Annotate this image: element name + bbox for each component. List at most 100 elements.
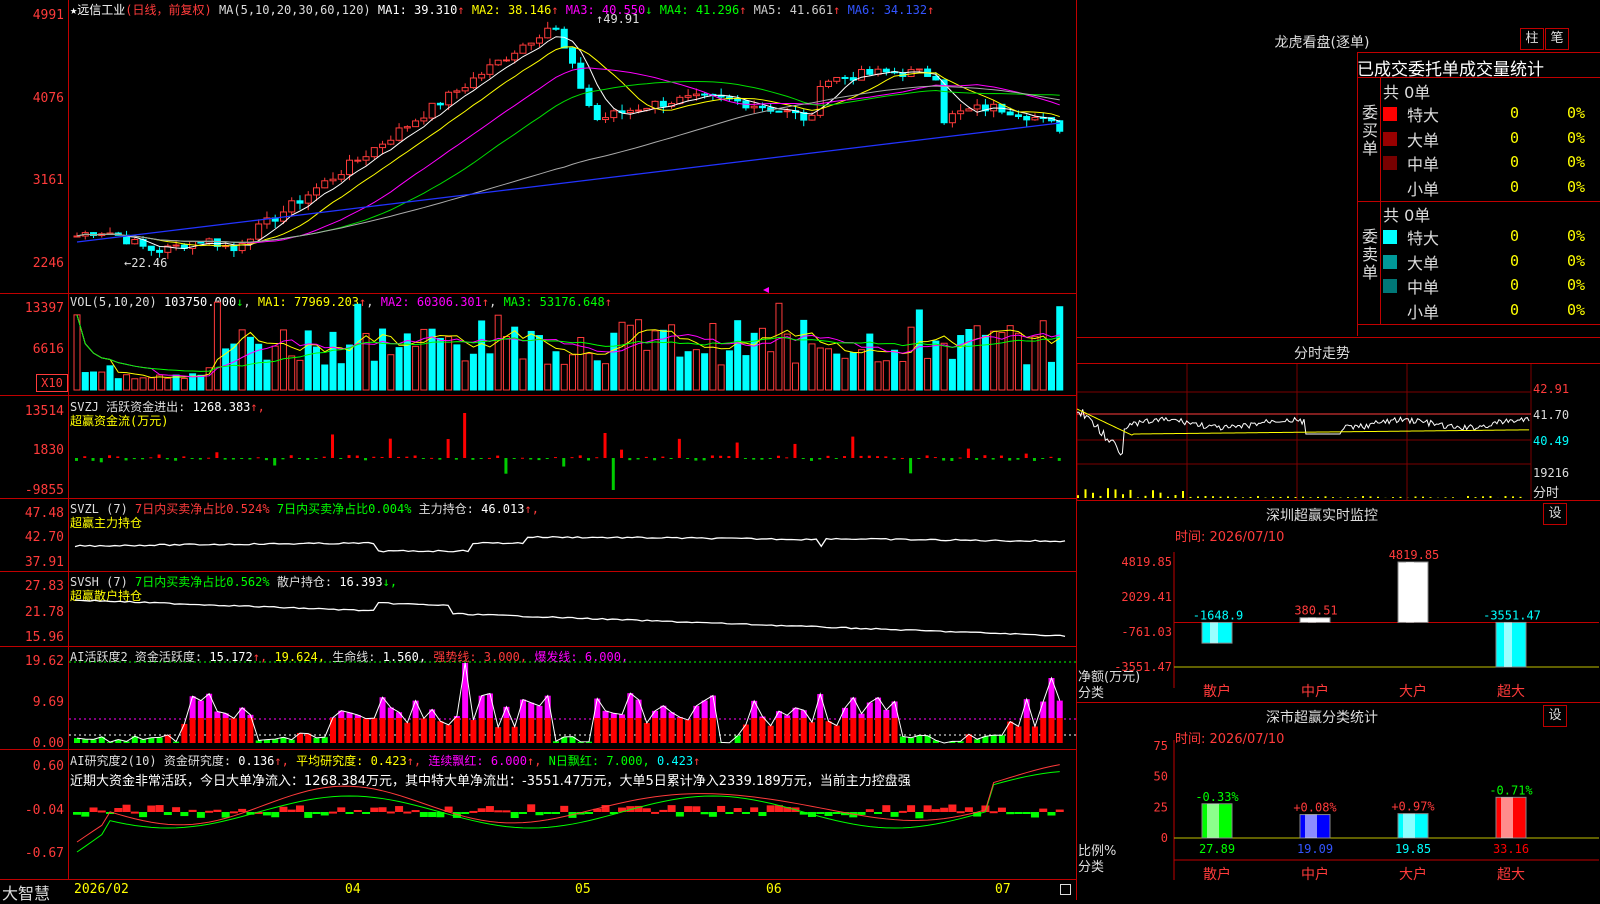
candle — [974, 105, 980, 109]
flow-bar — [240, 458, 243, 459]
candle — [759, 106, 765, 107]
activity-chart[interactable] — [69, 647, 1076, 749]
flow-bar — [694, 458, 697, 461]
activity-bar — [437, 721, 443, 743]
activity-bar — [214, 718, 220, 743]
candle — [148, 246, 154, 250]
cat-y-tick: 75 — [1154, 740, 1168, 753]
activity-bar — [792, 718, 798, 743]
sz-category-label: 散户 — [1203, 683, 1231, 700]
flow-bar — [75, 458, 78, 461]
flow-bar — [224, 458, 227, 460]
flow-bar — [422, 458, 425, 459]
date-axis[interactable]: 大智慧 2026/02 04 05 06 07 — [0, 880, 1076, 900]
intraday-volume-bar — [1227, 496, 1229, 498]
sz-settings-button[interactable]: 设 — [1543, 503, 1567, 525]
lock-icon[interactable] — [1060, 884, 1071, 895]
activity-bar — [710, 718, 716, 743]
flow-bar — [1049, 457, 1052, 458]
activity-bar — [429, 718, 435, 743]
tick-view-button[interactable]: 笔 — [1545, 28, 1569, 50]
activity-bar — [181, 724, 187, 743]
candle — [322, 181, 328, 188]
research-bar — [758, 812, 766, 816]
candle — [503, 60, 509, 61]
activity-bar — [850, 718, 856, 743]
research-bar — [767, 805, 775, 812]
candle — [1015, 115, 1021, 117]
cat-change-label: +0.97% — [1391, 800, 1435, 814]
volume-bar — [925, 358, 931, 390]
retail-position-line — [75, 600, 1065, 636]
order-pct: 0% — [1567, 178, 1585, 196]
candle — [446, 92, 452, 105]
order-count: 0 — [1510, 276, 1519, 294]
volume-bar — [1015, 333, 1021, 390]
main-position-chart[interactable] — [69, 499, 1076, 571]
candle — [627, 110, 633, 112]
research-bar — [717, 806, 725, 812]
svzl-tick: 47.48 — [0, 506, 64, 521]
flow-bar — [207, 458, 210, 459]
candlestick-chart[interactable] — [69, 0, 1076, 293]
research-bar — [123, 805, 131, 812]
research-bar — [346, 812, 354, 814]
flow-bar — [504, 458, 507, 474]
activity-bar — [702, 718, 708, 743]
cat-category-label: 超大 — [1497, 867, 1525, 883]
date-tick: 2026/02 — [74, 882, 129, 897]
flow-bar — [339, 458, 342, 459]
candle — [479, 74, 485, 78]
activity-bar — [735, 736, 741, 743]
research-bar — [659, 810, 667, 812]
category-ratio-bar-chart[interactable]: 7550250-0.33%27.89散户+0.08%19.09中户+0.97%1… — [1077, 740, 1600, 900]
flow-bar — [884, 456, 887, 458]
research-bar — [1047, 812, 1055, 816]
vol-unit-badge[interactable]: X10 — [36, 374, 68, 392]
cat-settings-button[interactable]: 设 — [1543, 705, 1567, 727]
activity-bar — [875, 718, 881, 743]
volume-bar — [520, 359, 526, 390]
intraday-volume-bar — [1152, 490, 1154, 498]
sz-netflow-bar-chart[interactable]: 4819.852029.41-761.03-3551.47-1648.9散户38… — [1077, 540, 1600, 700]
svzj-tick: -9855 — [0, 483, 64, 498]
flow-bar — [480, 458, 483, 459]
sell-side-label: 委卖单 — [1357, 228, 1383, 282]
svzl-tick: 42.70 — [0, 530, 64, 545]
volume-bar — [107, 366, 113, 390]
flow-bar — [992, 458, 995, 460]
candle — [520, 45, 526, 53]
flow-bar — [909, 458, 912, 473]
volume-bar — [619, 322, 625, 390]
intraday-chart[interactable] — [1077, 364, 1600, 500]
research-bar — [312, 812, 320, 814]
intraday-volume-bar — [1130, 490, 1132, 498]
intraday-volume-bar — [1077, 495, 1079, 498]
candle — [355, 160, 361, 161]
research-chart[interactable] — [69, 750, 1076, 879]
research-bar — [552, 812, 560, 814]
candle — [751, 106, 757, 108]
intraday-volume-bar — [1175, 495, 1177, 498]
research-bar — [957, 811, 965, 813]
activity-bar — [627, 718, 633, 743]
volume-chart[interactable] — [69, 294, 1076, 395]
flow-bar — [983, 455, 986, 458]
flow-bar — [215, 452, 218, 458]
volume-bar — [693, 350, 699, 390]
activity-bar — [388, 718, 394, 743]
flow-bar — [678, 439, 681, 458]
capital-flow-chart[interactable] — [69, 396, 1076, 498]
research-bar — [907, 805, 915, 812]
volume-bar — [347, 345, 353, 390]
intraday-volume-bar — [1092, 493, 1094, 498]
column-view-button[interactable]: 柱 — [1520, 28, 1544, 50]
kline-chart-area[interactable]: 4991 4076 3161 2246 13397 6616 X10 13514… — [0, 0, 1077, 900]
volume-bar — [669, 325, 675, 390]
retail-position-chart[interactable] — [69, 572, 1076, 646]
cat-category-label: 散户 — [1203, 866, 1231, 883]
intraday-volume-bar — [1310, 497, 1312, 498]
cat-change-label: +0.08% — [1293, 801, 1337, 815]
intraday-volume-bar — [1205, 496, 1207, 498]
volume-bar — [99, 372, 105, 390]
